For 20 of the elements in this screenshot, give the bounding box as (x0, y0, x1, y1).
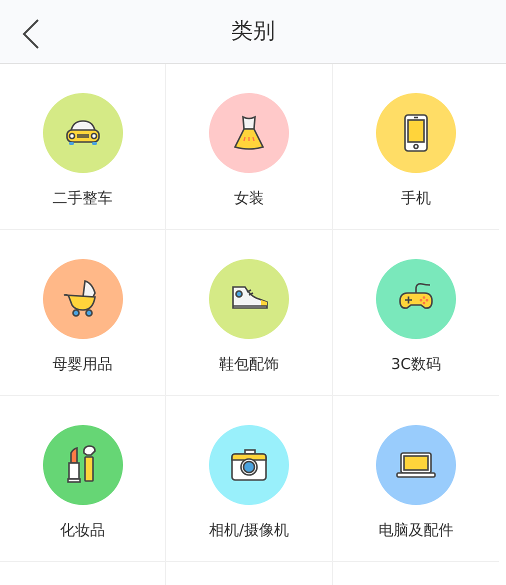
category-tile[interactable]: 手机 (333, 64, 499, 230)
category-tile[interactable]: 女装 (166, 64, 333, 230)
category-label: 手机 (401, 188, 431, 209)
category-label: 女装 (234, 188, 264, 209)
category-tile[interactable]: 鞋包配饰 (166, 230, 333, 396)
category-tile[interactable]: 二手整车 (0, 64, 166, 230)
category-tile[interactable]: 母婴用品 (0, 230, 166, 396)
category-label: 电脑及配件 (378, 520, 454, 541)
category-label: 母婴用品 (52, 354, 112, 375)
category-tile[interactable]: 3C数码 (333, 230, 499, 396)
back-icon (21, 18, 41, 50)
category-label: 二手整车 (52, 188, 112, 209)
category-tile[interactable]: 相机/摄像机 (166, 396, 333, 562)
page-title: 类别 (231, 20, 275, 42)
category-tile[interactable]: 化妆品 (0, 396, 166, 562)
category-label: 相机/摄像机 (208, 520, 290, 541)
category-label: 化妆品 (60, 520, 105, 541)
category-tile[interactable]: 电脑及配件 (333, 396, 499, 562)
category-label: 3C数码 (390, 354, 442, 375)
category-label: 鞋包配饰 (219, 354, 279, 375)
